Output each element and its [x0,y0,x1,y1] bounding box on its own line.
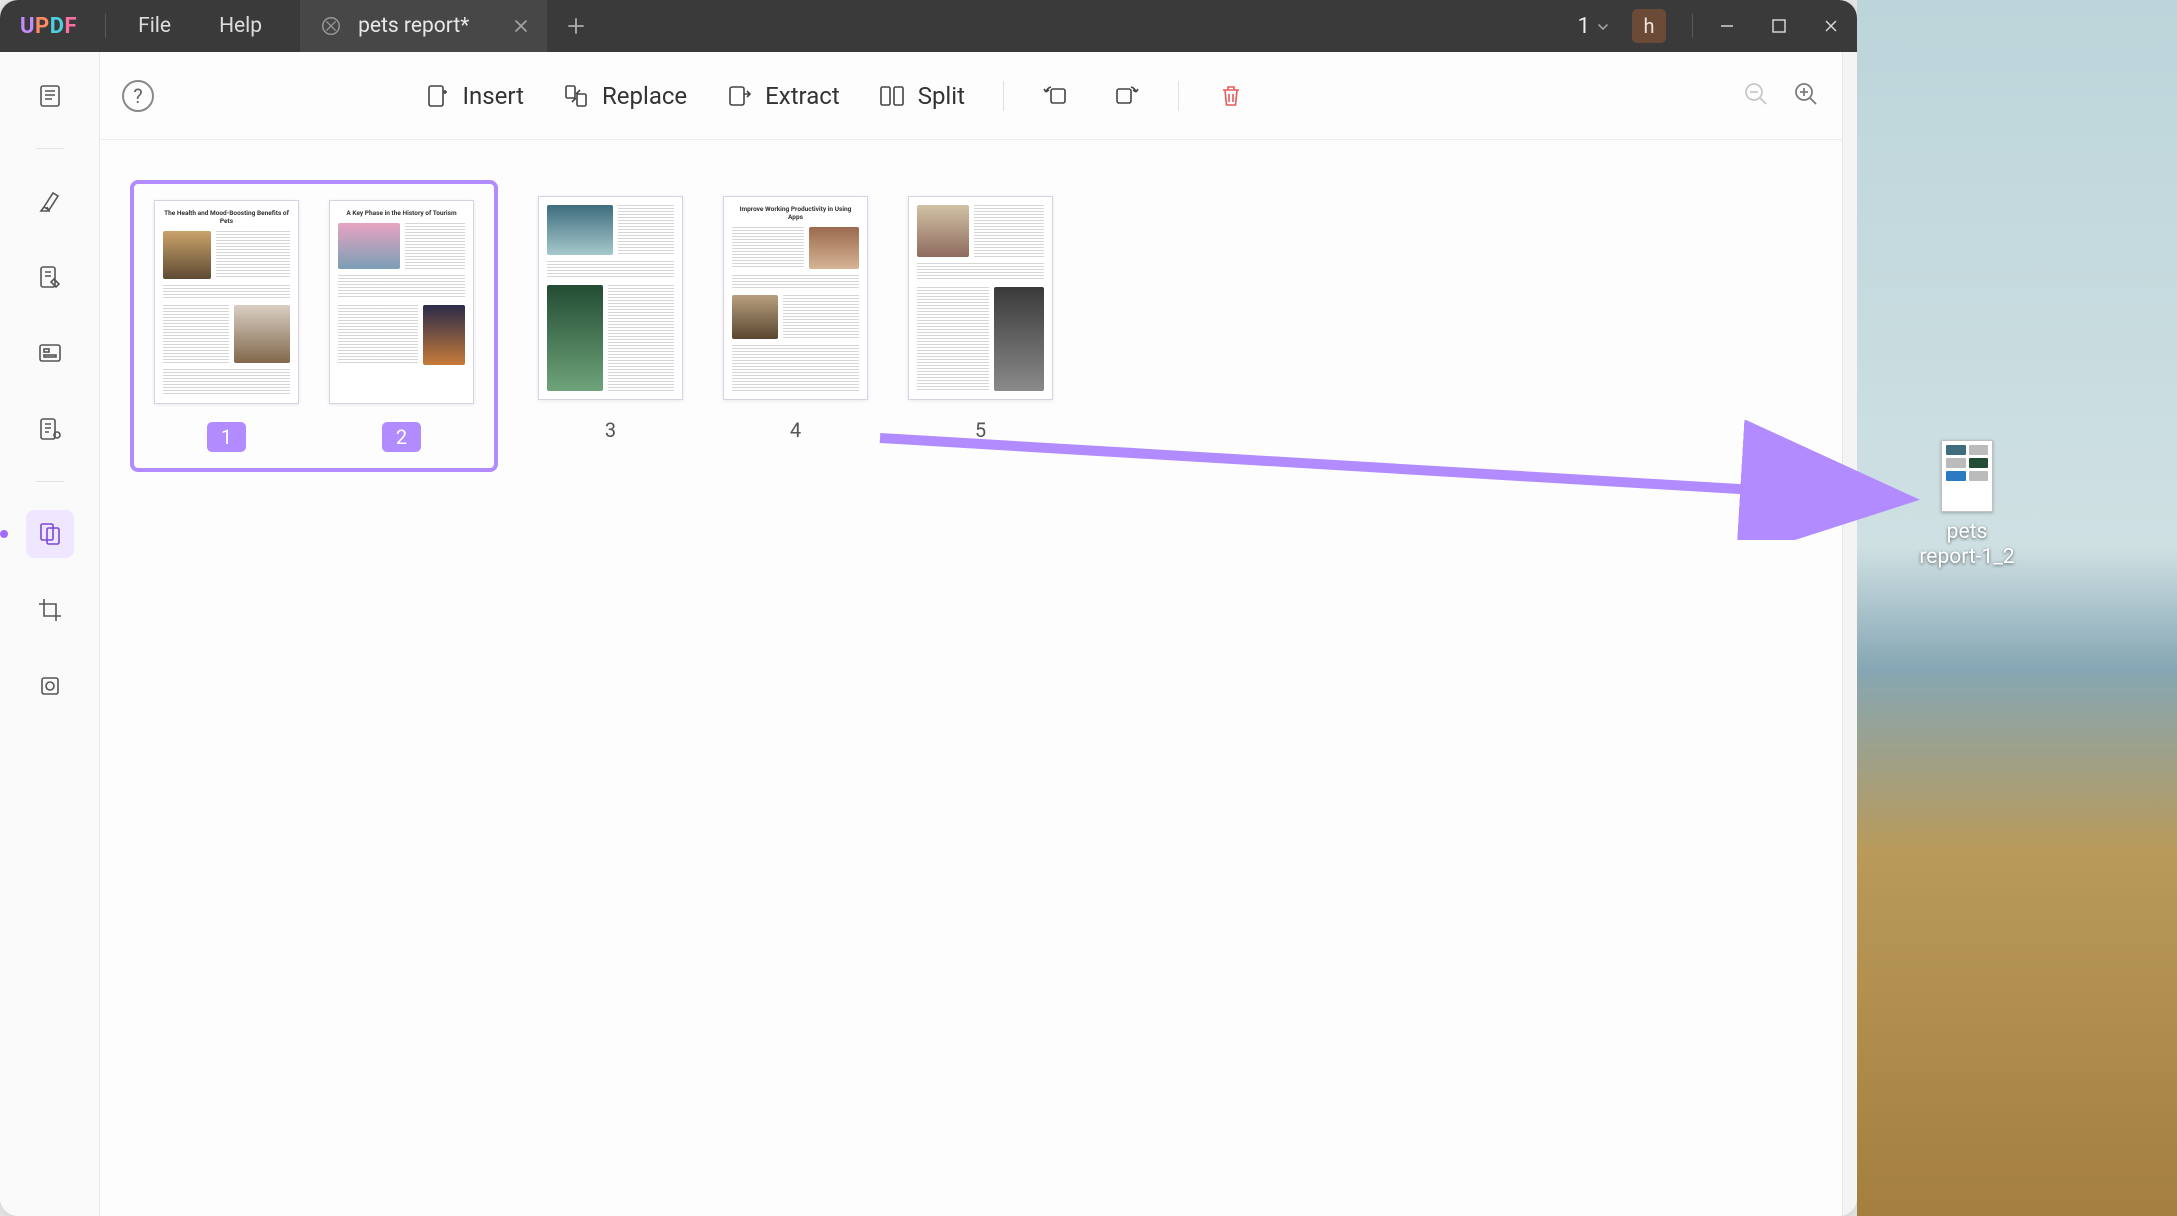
page-thumbnail-grid[interactable]: The Health and Mood-Boosting Benefits of… [100,140,1842,1216]
user-avatar[interactable]: h [1632,9,1666,43]
document-icon [320,15,342,37]
page-number: 2 [382,422,421,452]
page-title: The Health and Mood-Boosting Benefits of… [163,209,290,225]
window-maximize-button[interactable] [1753,0,1805,52]
sidebar-organize-pages-button[interactable] [26,510,74,558]
insert-button[interactable]: Insert [423,82,524,110]
rotate-left-button[interactable] [1042,81,1072,111]
tab-title: pets report* [358,14,469,38]
divider [36,481,64,482]
page-thumbnail[interactable]: A Key Phase in the History of Tourism [329,200,474,452]
menu-help[interactable]: Help [195,14,286,38]
window-close-button[interactable] [1805,0,1857,52]
divider [1178,81,1179,111]
page-preview [538,196,683,400]
replace-label: Replace [602,82,687,110]
new-tab-button[interactable] [565,15,587,37]
divider [1692,14,1693,38]
file-label: petsreport-1_2 [1919,520,2014,570]
page-title: Improve Working Productivity in Using Ap… [732,205,859,221]
zoom-group [1742,80,1820,112]
scrollbar[interactable] [1843,52,1857,1216]
replace-button[interactable]: Replace [562,82,687,110]
split-label: Split [918,82,965,110]
extract-button[interactable]: Extract [725,82,840,110]
workspace: ? Insert Replace Extract [0,52,1857,1216]
divider [36,148,64,149]
left-sidebar [0,52,100,1216]
app-brand: UPDF [0,14,97,39]
insert-label: Insert [463,82,524,110]
delete-button[interactable] [1217,82,1245,110]
page-number: 3 [605,418,616,442]
main-panel: ? Insert Replace Extract [100,52,1843,1216]
divider [1003,81,1004,111]
desktop-file[interactable]: petsreport-1_2 [1907,440,2027,570]
tab-close-button[interactable] [513,18,529,34]
page-thumbnail[interactable]: Improve Working Productivity in Using Ap… [723,196,868,442]
sidebar-edit-button[interactable] [26,253,74,301]
page-preview: A Key Phase in the History of Tourism [329,200,474,404]
page-thumbnail[interactable]: The Health and Mood-Boosting Benefits of… [154,200,299,452]
sidebar-watermark-button[interactable] [26,662,74,710]
titlebar: UPDF File Help pets report* 1 h [0,0,1857,52]
page-preview: Improve Working Productivity in Using Ap… [723,196,868,400]
split-button[interactable]: Split [878,82,965,110]
chevron-down-icon[interactable] [1596,19,1610,33]
titlebar-right: 1 h [1578,0,1857,52]
divider [105,14,106,38]
sidebar-highlight-button[interactable] [26,177,74,225]
page-number: 5 [975,418,986,442]
rotate-right-button[interactable] [1110,81,1140,111]
page-number: 1 [207,422,246,452]
tab-count[interactable]: 1 [1578,14,1590,39]
help-button[interactable]: ? [122,80,154,112]
page-preview [908,196,1053,400]
app-window: UPDF File Help pets report* 1 h [0,0,1857,1216]
file-thumbnail-icon [1941,440,1993,512]
desktop[interactable]: petsreport-1_2 [1857,0,2177,1216]
page-title: A Key Phase in the History of Tourism [338,209,465,217]
sidebar-form-button[interactable] [26,329,74,377]
toolbar-center-group: Insert Replace Extract Split [423,81,1245,111]
page-selection: The Health and Mood-Boosting Benefits of… [130,180,498,472]
document-tab[interactable]: pets report* [300,0,547,52]
window-minimize-button[interactable] [1701,0,1753,52]
zoom-out-button[interactable] [1742,80,1770,112]
menu-file[interactable]: File [114,14,195,38]
zoom-in-button[interactable] [1792,80,1820,112]
page-preview: The Health and Mood-Boosting Benefits of… [154,200,299,404]
sidebar-reader-button[interactable] [26,72,74,120]
page-number: 4 [790,418,801,442]
page-thumbnail[interactable]: 3 [538,196,683,442]
organize-toolbar: ? Insert Replace Extract [100,52,1842,140]
page-thumbnail[interactable]: 5 [908,196,1053,442]
sidebar-ocr-button[interactable] [26,405,74,453]
extract-label: Extract [765,82,840,110]
sidebar-crop-button[interactable] [26,586,74,634]
